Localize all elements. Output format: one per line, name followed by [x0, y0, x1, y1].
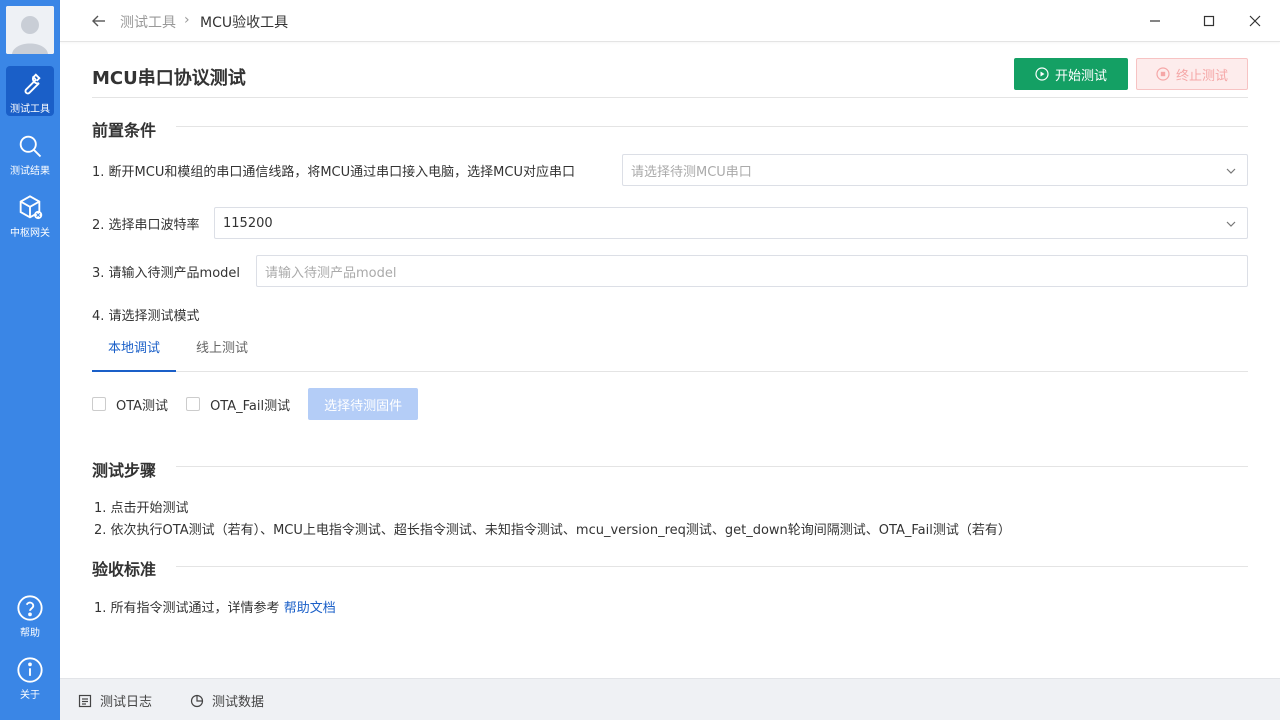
section-divider	[176, 126, 1248, 127]
serial-port-select[interactable]: 请选择待测MCU串口	[622, 154, 1248, 186]
breadcrumb-item[interactable]: 测试工具	[120, 12, 176, 32]
bottom-bar: 测试日志 测试数据	[60, 678, 1280, 720]
tab-online-test[interactable]: 线上测试	[180, 340, 264, 372]
checkbox-box[interactable]	[92, 397, 106, 411]
sidebar-item-gateway[interactable]: 中枢网关	[6, 190, 54, 240]
section-divider	[176, 466, 1248, 467]
baud-rate-select[interactable]: 115200	[214, 207, 1248, 239]
test-log-tab[interactable]: 测试日志	[78, 691, 152, 710]
minimize-button[interactable]	[1144, 10, 1166, 32]
main-content: MCU串口协议测试 开始测试 终止测试 前置条件 1. 断开MCU和模组的串口通…	[60, 42, 1280, 678]
checkbox-box[interactable]	[186, 397, 201, 411]
search-icon	[19, 135, 42, 158]
serial-port-placeholder: 请选择待测MCU串口	[631, 164, 752, 180]
start-test-label: 开始测试	[1054, 68, 1107, 84]
title-divider	[92, 97, 1248, 98]
step1-label: 1. 断开MCU和模组的串口通信线路，将MCU通过串口接入电脑，选择MCU对应串…	[92, 165, 575, 180]
close-icon	[1249, 15, 1261, 27]
step-item: 1. 点击开始测试	[94, 501, 189, 516]
sidebar-item-help[interactable]: 帮助	[6, 590, 54, 640]
criteria-text: 1. 所有指令测试通过，详情参考	[94, 601, 280, 616]
test-data-tab[interactable]: 测试数据	[190, 691, 264, 710]
sidebar-item-about[interactable]: 关于	[6, 652, 54, 702]
step2-label: 2. 选择串口波特率	[92, 218, 200, 233]
page-title: MCU串口协议测试	[92, 68, 246, 89]
close-button[interactable]	[1244, 10, 1266, 32]
step3-label: 3. 请输入待测产品model	[92, 266, 241, 281]
product-model-input[interactable]: 请输入待测产品model	[256, 255, 1248, 287]
help-icon	[17, 595, 43, 621]
sidebar-item-label: 测试工具	[10, 104, 50, 115]
sidebar-item-label: 中枢网关	[10, 228, 50, 239]
sidebar: 测试工具 测试结果 中枢网关 帮助 关于	[0, 0, 60, 720]
section-title-criteria: 验收标准	[92, 560, 157, 579]
ota-test-checkbox[interactable]: OTA测试	[92, 395, 168, 414]
ota-fail-test-checkbox[interactable]: OTA_Fail测试	[186, 395, 290, 414]
tab-local-debug[interactable]: 本地调试	[92, 340, 177, 372]
start-test-button[interactable]: 开始测试	[1014, 58, 1128, 90]
maximize-icon	[1203, 15, 1215, 27]
info-icon	[17, 657, 43, 683]
options-row: OTA测试 OTA_Fail测试 选择待测固件	[92, 388, 419, 420]
ota-test-label: OTA测试	[116, 398, 169, 414]
stop-test-button[interactable]: 终止测试	[1136, 58, 1248, 90]
baud-rate-value: 115200	[223, 215, 273, 231]
section-divider	[176, 566, 1248, 567]
stop-circle-icon	[1156, 67, 1170, 81]
sidebar-item-test-results[interactable]: 测试结果	[6, 128, 54, 178]
step4-label: 4. 请选择测试模式	[92, 309, 200, 324]
test-data-label: 测试数据	[212, 695, 265, 710]
minimize-icon	[1150, 20, 1160, 22]
product-model-placeholder: 请输入待测产品model	[265, 265, 397, 281]
back-arrow-icon[interactable]	[90, 12, 108, 30]
step-item: 2. 依次执行OTA测试（若有）、MCU上电指令测试、超长指令测试、未知指令测试…	[94, 523, 1011, 538]
user-avatar-icon	[6, 6, 54, 54]
maximize-button[interactable]	[1198, 10, 1220, 32]
chevron-down-icon	[1226, 221, 1236, 227]
titlebar: 测试工具 › MCU验收工具	[60, 0, 1280, 42]
breadcrumb-separator-icon: ›	[184, 12, 190, 28]
sidebar-item-test-tools[interactable]: 测试工具	[6, 66, 54, 116]
document-icon	[78, 694, 92, 707]
ota-fail-test-label: OTA_Fail测试	[210, 398, 291, 414]
section-title-preconditions: 前置条件	[92, 121, 157, 140]
pie-chart-icon	[190, 694, 204, 707]
test-log-label: 测试日志	[100, 695, 153, 710]
select-firmware-button[interactable]: 选择待测固件	[308, 388, 419, 420]
stop-test-label: 终止测试	[1175, 68, 1228, 84]
criteria-item: 1. 所有指令测试通过，详情参考 帮助文档	[94, 597, 336, 616]
cube-icon	[19, 195, 43, 220]
avatar[interactable]	[6, 6, 54, 54]
test-mode-tabs: 本地调试 线上测试	[92, 334, 1248, 372]
breadcrumb-current: MCU验收工具	[200, 15, 289, 31]
sidebar-item-label: 测试结果	[10, 166, 50, 177]
play-circle-icon	[1035, 67, 1049, 81]
sidebar-item-label: 关于	[20, 690, 40, 701]
sidebar-item-label: 帮助	[20, 628, 40, 639]
chevron-down-icon	[1226, 168, 1236, 174]
wrench-icon	[24, 73, 41, 95]
section-title-steps: 测试步骤	[92, 461, 157, 480]
help-doc-link[interactable]: 帮助文档	[284, 601, 336, 616]
